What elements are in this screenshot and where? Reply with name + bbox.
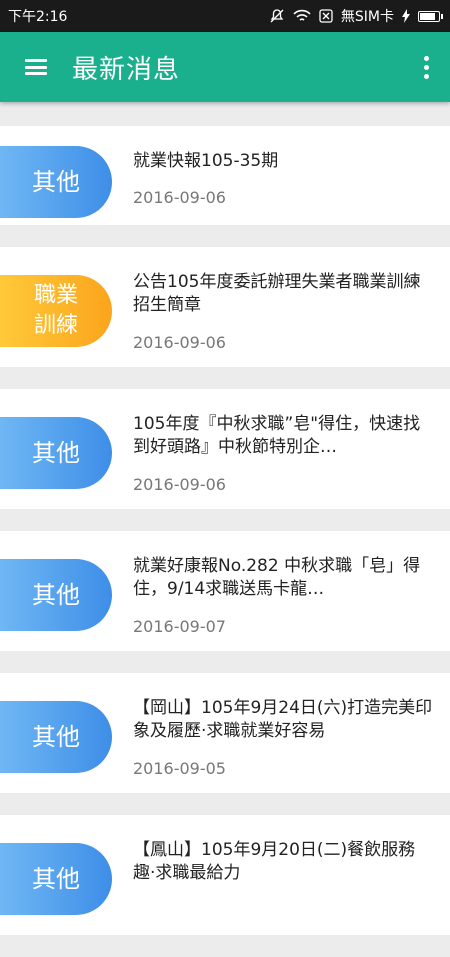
charging-icon	[402, 9, 410, 23]
news-title: 公告105年度委託辦理失業者職業訓練招生簡章	[133, 272, 421, 315]
category-label: 其他	[32, 168, 80, 196]
news-date: 2016-09-07	[133, 617, 226, 636]
category-badge: 其他	[0, 417, 112, 489]
battery-icon	[418, 10, 443, 22]
news-item[interactable]: 職業 訓練 公告105年度委託辦理失業者職業訓練招生簡章 2016-09-06	[0, 247, 450, 367]
news-date: 2016-09-05	[133, 759, 226, 778]
news-title: 【鳳山】105年9月20日(二)餐飲服務趣‧求職最給力	[133, 840, 416, 883]
category-badge: 其他	[0, 843, 112, 915]
category-badge: 其他	[0, 701, 112, 773]
news-item[interactable]: 其他 【岡山】105年9月24日(六)打造完美印象及履歷‧求職就業好容易 2016-…	[0, 673, 450, 793]
carrier-text: 無SIM卡	[340, 9, 394, 25]
status-time: 下午2:16	[8, 9, 68, 25]
news-item[interactable]: 其他 105年度『中秋求職”皂"得住，快速找到好頭路』中秋節特別企… 2016-09…	[0, 389, 450, 509]
news-date: 2016-09-06	[133, 475, 226, 494]
news-title: 就業好康報No.282 中秋求職「皂」得住，9/14求職送馬卡龍…	[133, 556, 421, 599]
status-bar: 下午2:16 無SIM卡	[0, 0, 450, 32]
category-label: 職業 訓練	[33, 283, 78, 338]
news-item[interactable]: 其他 就業快報105-35期 2016-09-06	[0, 126, 450, 225]
news-item[interactable]: 其他 【鳳山】105年9月20日(二)餐飲服務趣‧求職最給力	[0, 815, 450, 935]
hamburger-menu-icon[interactable]	[0, 32, 72, 102]
category-label: 其他	[32, 865, 80, 893]
status-icons: 無SIM卡	[269, 6, 443, 26]
category-label: 其他	[32, 439, 80, 467]
page-title: 最新消息	[72, 54, 181, 85]
news-title: 就業快報105-35期	[133, 151, 279, 171]
wifi-icon	[293, 9, 311, 23]
category-badge: 職業 訓練	[0, 275, 112, 347]
news-date: 2016-09-06	[133, 333, 226, 352]
news-item[interactable]: 其他 就業好康報No.282 中秋求職「皂」得住，9/14求職送馬卡龍… 2016-…	[0, 531, 450, 651]
more-vert-icon[interactable]	[416, 32, 436, 102]
news-title: 105年度『中秋求職”皂"得住，快速找到好頭路』中秋節特別企…	[133, 414, 421, 457]
no-sim-icon	[319, 9, 333, 23]
category-label: 其他	[32, 581, 80, 609]
category-badge: 其他	[0, 146, 112, 218]
news-title: 【岡山】105年9月24日(六)打造完美印象及履歷‧求職就業好容易	[133, 698, 433, 741]
mute-icon	[269, 8, 285, 24]
app-bar: 最新消息	[0, 32, 450, 102]
category-badge: 其他	[0, 559, 112, 631]
category-label: 其他	[32, 723, 80, 751]
news-date: 2016-09-06	[133, 188, 226, 207]
news-list: 其他 就業快報105-35期 2016-09-06 職業 訓練 公告105年度委託辦理失…	[0, 126, 450, 957]
